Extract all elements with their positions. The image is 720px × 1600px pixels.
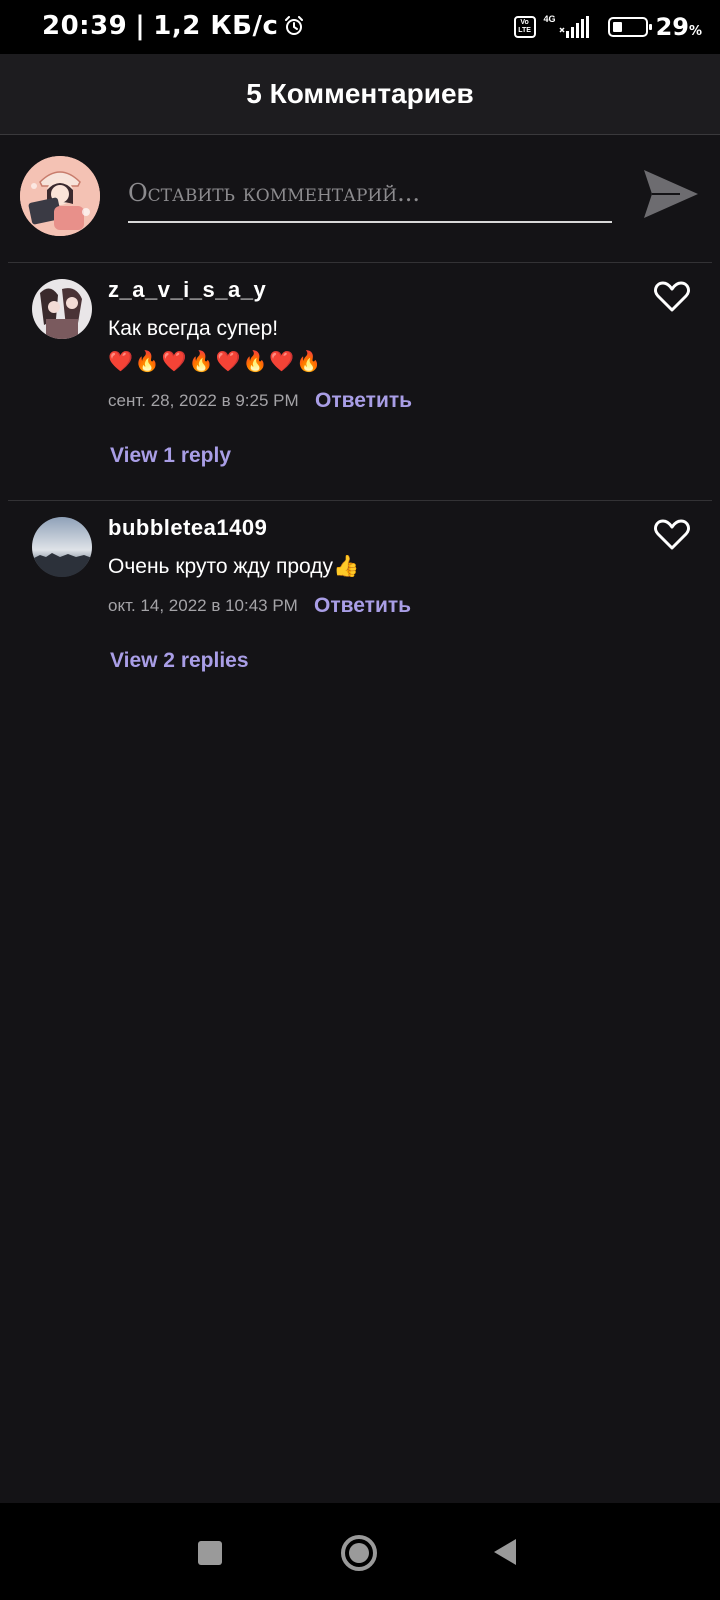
status-time: 20:39 xyxy=(42,11,128,41)
status-bar-right: Vo LTE 4G 29% xyxy=(513,12,702,42)
comment-username[interactable]: bubbletea1409 xyxy=(108,515,267,541)
triangle-back-icon[interactable] xyxy=(494,1539,516,1565)
square-recents-icon[interactable] xyxy=(198,1541,222,1565)
comment-timestamp: сент. 28, 2022 в 9:25 PM xyxy=(108,391,299,410)
view-replies-link[interactable]: View 1 reply xyxy=(110,444,231,468)
avatar-image-z-a-v-i-s-a-y xyxy=(32,279,92,339)
battery-fill xyxy=(612,22,622,32)
comment-text: Как всегда супер! xyxy=(108,317,279,340)
avatar-image-bubbletea1409 xyxy=(32,517,92,577)
reply-button[interactable]: Ответить xyxy=(314,594,411,618)
heart-icon[interactable] xyxy=(654,518,690,550)
page-title: 5 Комментариев xyxy=(246,78,474,109)
alarm-clock-icon xyxy=(285,16,304,35)
heart-icon[interactable] xyxy=(654,280,690,312)
network-type: 4G xyxy=(543,14,556,24)
status-bar: 20:39 | 1,2 КБ/с Vo LTE 4G 29% xyxy=(0,0,720,54)
comment-text: Очень круто жду проду👍 xyxy=(108,555,360,578)
comment-item: z_a_v_i_s_a_y Как всегда супер! ❤️🔥❤️🔥❤️… xyxy=(0,263,720,500)
battery-percentage: 29% xyxy=(656,13,702,41)
commenter-avatar[interactable] xyxy=(32,279,92,339)
send-icon[interactable] xyxy=(640,166,700,222)
status-bar-left: 20:39 | 1,2 КБ/с xyxy=(42,11,304,41)
comment-timestamp: окт. 14, 2022 в 10:43 PM xyxy=(108,596,298,615)
commenter-avatar[interactable] xyxy=(32,517,92,577)
status-data-speed: 1,2 КБ/с xyxy=(153,11,279,41)
signal-bars-icon xyxy=(559,16,589,38)
comments-screen: 20:39 | 1,2 КБ/с Vo LTE 4G 29% 5 Коммент… xyxy=(0,0,720,1600)
battery-percentage-value: 29 xyxy=(655,13,689,41)
comment-username[interactable]: z_a_v_i_s_a_y xyxy=(108,277,266,303)
status-separator: | xyxy=(135,11,146,41)
comment-item: bubbletea1409 Очень круто жду проду👍 окт… xyxy=(0,501,720,701)
comment-composer xyxy=(0,135,720,263)
system-navigation-bar xyxy=(0,1503,720,1600)
current-user-avatar[interactable] xyxy=(20,156,100,236)
avatar-illustration xyxy=(20,156,100,236)
comment-emoji-line: ❤️🔥❤️🔥❤️🔥❤️🔥 xyxy=(108,349,324,373)
comments-header: 5 Комментариев xyxy=(0,54,720,135)
circle-home-icon[interactable] xyxy=(341,1535,377,1571)
battery-icon xyxy=(607,17,652,37)
volte-icon: Vo LTE xyxy=(513,16,536,38)
view-replies-link[interactable]: View 2 replies xyxy=(110,649,249,673)
percent-sign: % xyxy=(688,24,702,39)
comment-input[interactable] xyxy=(128,165,612,223)
reply-button[interactable]: Ответить xyxy=(315,389,412,413)
